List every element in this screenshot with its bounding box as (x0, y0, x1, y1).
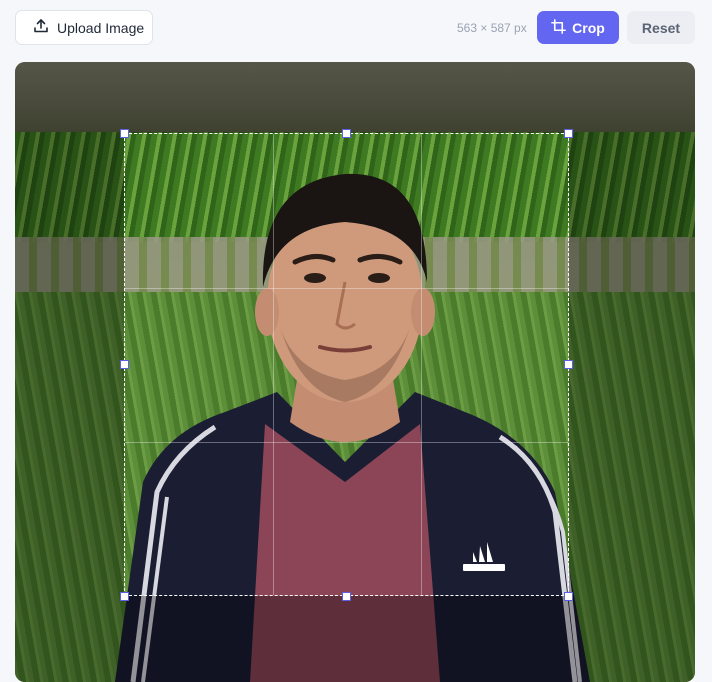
crop-handle-bottom[interactable] (342, 592, 351, 601)
crop-overlay-left (15, 133, 124, 596)
crop-overlay-top (15, 62, 695, 133)
reset-button[interactable]: Reset (627, 11, 695, 44)
crop-handle-bottom-right[interactable] (564, 592, 573, 601)
crop-grid-line (421, 134, 422, 595)
upload-icon (33, 18, 49, 37)
crop-selection[interactable] (124, 133, 569, 596)
crop-handle-left[interactable] (120, 360, 129, 369)
crop-handle-top[interactable] (342, 129, 351, 138)
toolbar: Upload Image 563 × 587 px Crop Reset (0, 0, 712, 56)
crop-overlay-bottom (15, 596, 695, 682)
crop-handle-top-left[interactable] (120, 129, 129, 138)
image-canvas[interactable] (15, 62, 695, 682)
image-dimensions: 563 × 587 px (457, 21, 527, 35)
crop-handle-top-right[interactable] (564, 129, 573, 138)
crop-label: Crop (572, 19, 605, 36)
crop-icon (551, 18, 567, 37)
crop-button[interactable]: Crop (537, 11, 619, 44)
crop-grid-line (273, 134, 274, 595)
crop-grid-line (125, 442, 568, 443)
upload-image-button[interactable]: Upload Image (15, 10, 153, 45)
crop-handle-right[interactable] (564, 360, 573, 369)
upload-image-label: Upload Image (57, 19, 145, 36)
crop-grid-line (125, 288, 568, 289)
crop-handle-bottom-left[interactable] (120, 592, 129, 601)
crop-overlay-right (569, 133, 695, 596)
